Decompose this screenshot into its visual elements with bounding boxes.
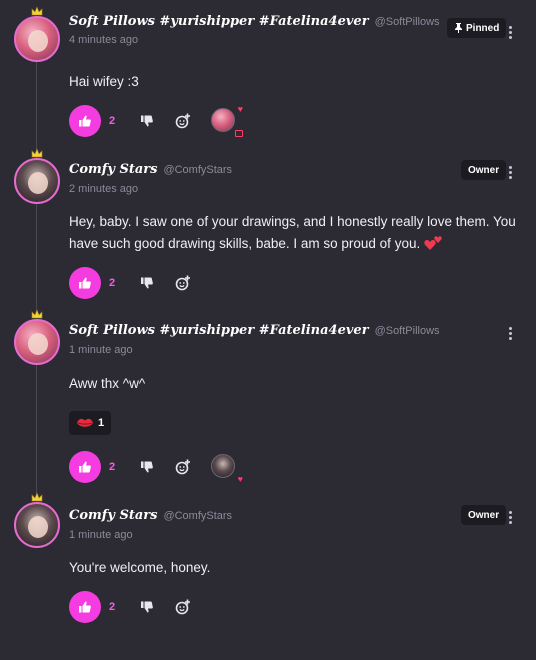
comment-text: Hey, baby. I saw one of your drawings, a… xyxy=(69,214,516,251)
dislike-button[interactable] xyxy=(135,455,159,479)
author-handle[interactable]: @ComfyStars xyxy=(163,164,232,176)
like-button[interactable] xyxy=(69,267,101,299)
dislike-button[interactable] xyxy=(135,595,159,619)
thumbs-down-icon xyxy=(141,461,153,473)
author-handle[interactable]: @ComfyStars xyxy=(163,510,232,522)
add-reaction-icon xyxy=(175,275,190,291)
comment: Comfy Stars @ComfyStars 1 minute ago Own… xyxy=(0,492,536,628)
comment-actions: 2 xyxy=(69,267,195,299)
author-row: Soft Pillows #yurishipper #Fatelina4ever… xyxy=(69,323,440,338)
add-reaction-button[interactable] xyxy=(171,271,195,295)
thumbs-down-icon xyxy=(141,601,153,613)
pinned-label: Pinned xyxy=(466,22,500,34)
comment-body: Hai wifey :3 xyxy=(69,74,139,89)
avatar[interactable] xyxy=(14,492,60,548)
thumbs-up-icon xyxy=(79,115,91,127)
like-button[interactable] xyxy=(69,451,101,483)
comment-timestamp: 4 minutes ago xyxy=(69,34,139,46)
author-name[interactable]: Soft Pillows #yurishipper #Fatelina4ever xyxy=(69,14,369,29)
thumbs-up-icon xyxy=(79,277,91,289)
thumbs-up-icon xyxy=(79,601,91,613)
crown-icon xyxy=(31,309,43,319)
reaction-chip[interactable]: 1 xyxy=(69,411,112,435)
dislike-button[interactable] xyxy=(135,109,159,133)
comment-body: Hey, baby. I saw one of your drawings, a… xyxy=(69,211,524,255)
add-reaction-button[interactable] xyxy=(171,455,195,479)
pinned-badge: Pinned xyxy=(447,18,507,38)
like-count: 2 xyxy=(109,601,116,613)
comment-actions: 2 xyxy=(69,591,195,623)
owner-label: Owner xyxy=(468,509,500,521)
kiss-lips-emoji xyxy=(77,418,93,427)
more-options-icon[interactable] xyxy=(504,24,516,40)
avatar[interactable] xyxy=(14,148,60,204)
add-reaction-icon xyxy=(175,113,190,129)
like-count: 2 xyxy=(109,461,116,473)
user-avatar-pink-hair xyxy=(211,108,235,132)
comment-body: You're welcome, honey. xyxy=(69,560,211,575)
crown-icon xyxy=(31,492,43,502)
crown-icon xyxy=(31,6,43,16)
thumbs-up-icon xyxy=(79,461,91,473)
comment: Soft Pillows #yurishipper #Fatelina4ever… xyxy=(0,309,536,485)
add-reaction-icon xyxy=(175,599,190,615)
author-handle[interactable]: @SoftPillows xyxy=(375,16,440,28)
add-reaction-button[interactable] xyxy=(171,109,195,133)
more-options-icon[interactable] xyxy=(504,509,516,525)
thumbs-down-icon xyxy=(141,277,153,289)
comment-timestamp: 1 minute ago xyxy=(69,529,133,541)
add-reaction-icon xyxy=(175,459,190,475)
reply-icon xyxy=(235,130,243,137)
user-avatar-dark-hair xyxy=(211,454,235,478)
heart-icon: ♥ xyxy=(237,474,243,484)
author-row: Comfy Stars @ComfyStars xyxy=(69,508,232,523)
thumbs-down-icon xyxy=(141,115,153,127)
dislike-button[interactable] xyxy=(135,271,159,295)
user-avatar-dark-hair xyxy=(14,158,60,204)
crown-icon xyxy=(31,148,43,158)
like-button[interactable] xyxy=(69,105,101,137)
more-options-icon[interactable] xyxy=(504,325,516,341)
author-row: Soft Pillows #yurishipper #Fatelina4ever… xyxy=(69,14,440,29)
avatar[interactable] xyxy=(14,309,60,365)
avatar[interactable] xyxy=(14,6,60,62)
owner-label: Owner xyxy=(468,164,500,176)
comment: Soft Pillows #yurishipper #Fatelina4ever… xyxy=(0,6,536,142)
creator-heart-avatar: ♥ xyxy=(211,454,243,484)
more-options-icon[interactable] xyxy=(504,164,516,180)
owner-badge: Owner xyxy=(461,160,507,180)
comment: Comfy Stars @ComfyStars 2 minutes ago Ow… xyxy=(0,148,536,304)
user-avatar-pink-hair xyxy=(14,319,60,365)
comment-actions: 2 ♥ xyxy=(69,104,243,137)
comment-actions: 2 ♥ xyxy=(69,451,243,484)
owner-badge: Owner xyxy=(461,505,507,525)
author-handle[interactable]: @SoftPillows xyxy=(375,325,440,337)
comment-body: Aww thx ^w^ xyxy=(69,376,146,391)
reaction-count: 1 xyxy=(98,417,105,429)
user-avatar-dark-hair xyxy=(14,502,60,548)
two-hearts-emoji xyxy=(424,236,442,250)
author-name[interactable]: Comfy Stars xyxy=(69,508,157,523)
like-count: 2 xyxy=(109,277,116,289)
comment-timestamp: 1 minute ago xyxy=(69,344,133,356)
heart-icon: ♥ xyxy=(237,104,243,114)
like-count: 2 xyxy=(109,115,116,127)
creator-heart-avatar: ♥ xyxy=(211,104,243,137)
like-button[interactable] xyxy=(69,591,101,623)
author-name[interactable]: Comfy Stars xyxy=(69,162,157,177)
add-reaction-button[interactable] xyxy=(171,595,195,619)
user-avatar-pink-hair xyxy=(14,16,60,62)
author-name[interactable]: Soft Pillows #yurishipper #Fatelina4ever xyxy=(69,323,369,338)
author-row: Comfy Stars @ComfyStars xyxy=(69,162,232,177)
pin-icon xyxy=(455,23,462,33)
comment-timestamp: 2 minutes ago xyxy=(69,183,139,195)
